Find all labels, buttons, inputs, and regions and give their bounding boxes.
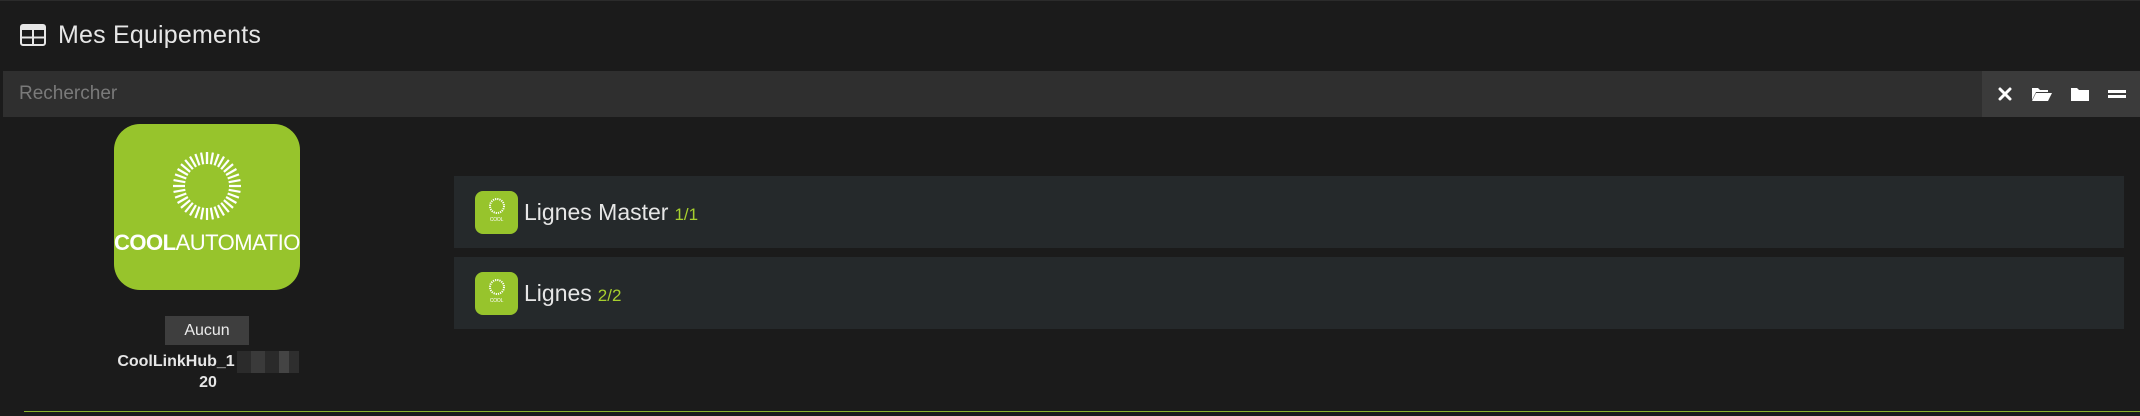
coolautomation-mini-icon: COOL [475,190,518,234]
coolautomation-logo-icon [173,152,241,220]
equals-icon [2108,90,2127,98]
equipment-row-lignes-master[interactable]: COOL Lignes Master 1/1 [454,176,2124,248]
equipment-page: Mes Equipements Rechercher COOLAUTOMATIO… [0,0,2140,416]
folder-open-icon [2032,88,2053,101]
search-bar [3,71,2140,117]
equipment-list: COOL Lignes Master 1/1 COOL Lignes 2/2 [454,176,2124,338]
redacted-block [236,351,299,373]
device-name-suffix: 20 [199,374,217,391]
open-folders-button[interactable] [2026,78,2058,110]
close-folders-button[interactable] [2064,78,2096,110]
page-header: Mes Equipements [20,17,261,53]
equipment-name: Lignes Master [524,198,669,225]
device-name: CoolLinkHub_1 20 [110,351,306,393]
page-title: Mes Equipements [58,20,262,49]
accent-divider [24,411,2140,412]
equipment-count: 1/1 [674,205,699,224]
mini-brand-text: COOL [489,216,504,223]
close-icon [1998,87,2012,101]
plugin-brand-name: COOLAUTOMATION [114,230,300,256]
equipment-name: Lignes [524,279,592,306]
table-grid-icon [20,24,46,46]
plugin-logo-card[interactable]: COOLAUTOMATION [114,124,300,290]
mini-brand-text: COOL [489,297,504,304]
parent-object-badge: Aucun [165,316,249,345]
brand-light-text: AUTOMATION [175,230,300,255]
folder-icon [2070,88,2089,101]
equipment-count: 2/2 [597,286,622,305]
coolautomation-mini-icon: COOL [475,271,518,315]
search-actions [1982,71,2140,117]
search-input[interactable] [3,71,1982,117]
clear-search-button[interactable] [1989,78,2021,110]
brand-bold-text: COOL [114,230,176,255]
device-name-prefix: CoolLinkHub_1 [117,353,235,371]
equipment-row-lignes[interactable]: COOL Lignes 2/2 [454,257,2124,329]
toggle-view-button[interactable] [2101,78,2133,110]
